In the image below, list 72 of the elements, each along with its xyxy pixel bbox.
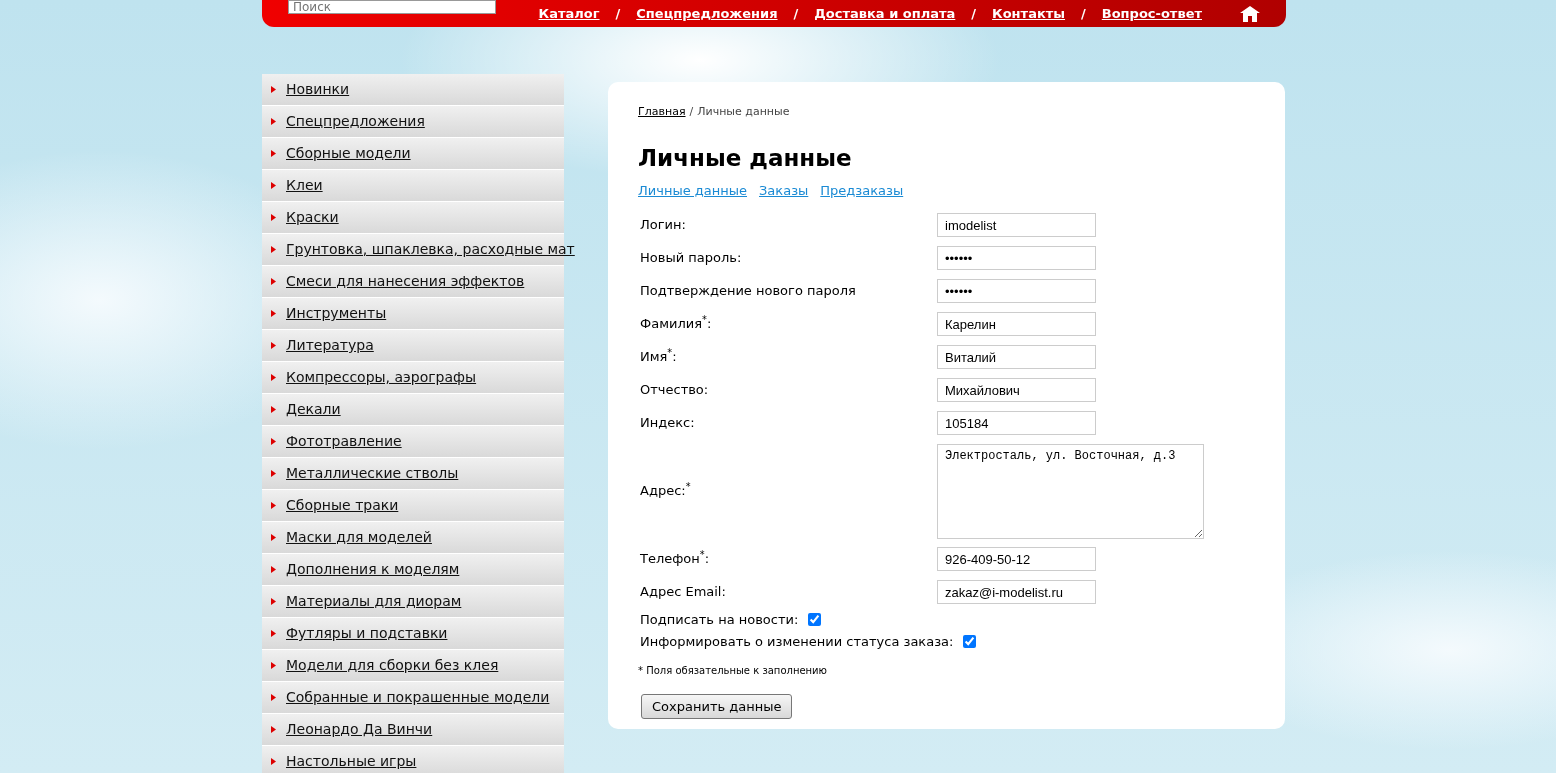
input-field[interactable]: ••••••: [937, 246, 1096, 270]
chevron-icon: [271, 246, 276, 253]
chevron-icon: [271, 86, 276, 93]
chevron-icon: [271, 406, 276, 413]
page-title: Личные данные: [638, 143, 853, 173]
input-field[interactable]: Карелин: [937, 312, 1096, 336]
field-label: Адрес Email:: [639, 583, 727, 602]
nav-separator: /: [1081, 4, 1086, 23]
chevron-icon: [271, 566, 276, 573]
nav-separator: /: [793, 4, 799, 23]
chevron-icon: [271, 662, 276, 669]
nav-separator: /: [971, 4, 977, 23]
field-label: Отчество:: [639, 381, 710, 400]
sidebar-link[interactable]: Клеи: [286, 175, 323, 196]
input-field[interactable]: 926-409-50-12: [937, 547, 1096, 571]
chevron-icon: [271, 630, 276, 637]
nav-link[interactable]: Контакты: [992, 3, 1066, 24]
nav-link[interactable]: Спецпредложения: [636, 3, 778, 24]
field-label: Подтверждение нового пароля: [639, 282, 857, 301]
field-label: Логин:: [639, 216, 687, 235]
checkbox[interactable]: [963, 635, 977, 648]
breadcrumb-separator: /: [689, 105, 694, 118]
chevron-icon: [271, 150, 276, 157]
chevron-icon: [271, 726, 276, 733]
chevron-icon: [271, 278, 276, 285]
checkbox[interactable]: [808, 613, 822, 626]
nav-separator: /: [615, 4, 621, 23]
field-label: Подписать на новости:: [639, 610, 799, 629]
sidebar-link[interactable]: Литература: [286, 335, 374, 356]
chevron-icon: [271, 342, 276, 349]
field-label: Имя$^{*}$:: [639, 347, 678, 367]
field-label: Адрес:$^{*}$: [639, 481, 692, 501]
sidebar-link[interactable]: Декали: [286, 399, 341, 420]
sidebar-link[interactable]: Новинки: [286, 79, 350, 100]
sidebar-link[interactable]: Грунтовка, шпаклевка, расходные мат: [286, 239, 575, 260]
field-label: Информировать о изменении статуса заказа:: [639, 632, 954, 651]
chevron-icon: [271, 438, 276, 445]
chevron-icon: [271, 502, 276, 509]
input-field[interactable]: zakaz@i-modelist.ru: [937, 580, 1096, 604]
chevron-icon: [271, 598, 276, 605]
breadcrumb-current: Личные данные: [697, 105, 790, 118]
chevron-icon: [271, 182, 276, 189]
chevron-icon: [271, 310, 276, 317]
field-label: Телефон$^{*}$:: [639, 549, 711, 569]
chevron-icon: [271, 214, 276, 221]
nav-link[interactable]: Каталог: [538, 3, 600, 24]
field-label: Индекс:: [639, 414, 696, 433]
tab-link[interactable]: Предзаказы: [820, 183, 904, 198]
address-field[interactable]: Электросталь, ул. Восточная, д.3: [937, 443, 1204, 539]
chevron-icon: [271, 534, 276, 541]
chevron-icon: [271, 118, 276, 125]
nav-link[interactable]: Доставка и оплата: [814, 3, 956, 24]
chevron-icon: [271, 758, 276, 765]
sidebar-link[interactable]: Краски: [286, 207, 339, 228]
input-field[interactable]: imodelist: [937, 213, 1096, 237]
field-label: Фамилия$^{*}$:: [639, 314, 713, 334]
nav-link[interactable]: Вопрос-ответ: [1101, 3, 1202, 24]
chevron-icon: [271, 374, 276, 381]
tab-link[interactable]: Личные данные: [638, 183, 747, 198]
save-button[interactable]: Сохранить данные: [641, 693, 793, 719]
field-label: Новый пароль:: [639, 249, 743, 268]
input-field[interactable]: Виталий: [937, 345, 1096, 369]
input-field[interactable]: 105184: [937, 411, 1096, 435]
required-note: * Поля обязательные к заполнению: [638, 663, 829, 678]
breadcrumb-link[interactable]: Главная: [638, 105, 686, 118]
chevron-icon: [271, 470, 276, 477]
input-field[interactable]: Михайлович: [937, 378, 1096, 402]
chevron-icon: [271, 694, 276, 701]
search-field[interactable]: Поиск: [288, 0, 496, 14]
tab-link[interactable]: Заказы: [759, 183, 809, 198]
input-field[interactable]: ••••••: [937, 279, 1096, 303]
home-icon[interactable]: [1240, 5, 1260, 22]
